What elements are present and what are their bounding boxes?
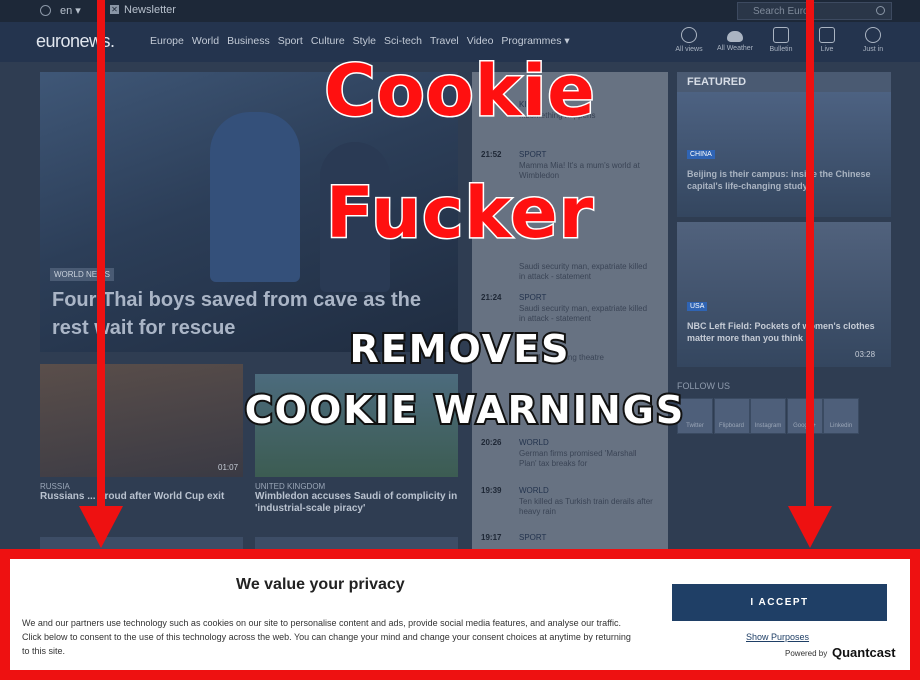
- story-title[interactable]: Russians ... proud after World Cup exit: [40, 491, 243, 503]
- nav-link-culture[interactable]: Culture: [311, 35, 345, 47]
- search-input[interactable]: Search Euron: [737, 2, 892, 20]
- overlay-title-line2: Fucker: [324, 171, 595, 256]
- nav-icon-label: All Weather: [716, 45, 754, 52]
- news-time: 20:26: [481, 438, 502, 447]
- story-category: UNITED KINGDOM: [255, 482, 326, 491]
- nav-link-sport[interactable]: Sport: [278, 35, 303, 47]
- powered-by-label: Powered by: [785, 649, 828, 658]
- twitter-icon: ✕: [110, 5, 119, 14]
- language-selector[interactable]: en ▾: [60, 4, 81, 17]
- overlay-title-line1: Cookie: [323, 49, 597, 134]
- nav-icon-group: All views All Weather Bulletin Live Just…: [666, 25, 896, 53]
- story-category: RUSSIA: [40, 482, 70, 491]
- search-icon[interactable]: [876, 6, 885, 15]
- play-icon: [819, 27, 835, 43]
- cookie-consent-banner: We value your privacy We and our partner…: [0, 549, 920, 680]
- news-time: 21:24: [481, 293, 502, 302]
- nav-link-video[interactable]: Video: [467, 35, 494, 47]
- featured-badge[interactable]: USA: [687, 302, 708, 311]
- quantcast-logo: Quantcast: [832, 645, 896, 660]
- news-category: SPORT: [519, 533, 547, 542]
- cloud-icon: [727, 31, 743, 42]
- red-arrow-head-icon: [79, 506, 123, 548]
- nav-just-in[interactable]: Just in: [850, 25, 896, 53]
- globe-icon: [40, 5, 51, 16]
- story-card[interactable]: UNITED KINGDOM Wimbledon accuses Saudi o…: [255, 482, 458, 515]
- accept-button[interactable]: I ACCEPT: [672, 584, 887, 621]
- red-arrow-head-icon: [788, 506, 832, 548]
- video-duration: 03:28: [855, 350, 876, 359]
- news-category: SPORT: [519, 150, 547, 159]
- eye-icon: [681, 27, 697, 43]
- overlay-subtitle-line2: COOKIE WARNINGS: [243, 386, 686, 434]
- news-time: 21:52: [481, 150, 502, 159]
- nav-link-travel[interactable]: Travel: [430, 35, 459, 47]
- video-duration: 01:07: [218, 463, 239, 472]
- news-time: 19:39: [481, 486, 502, 495]
- nav-icon-label: Bulletin: [769, 46, 793, 53]
- nav-link-programmes[interactable]: Programmes ▾: [501, 35, 569, 47]
- news-time: 19:17: [481, 533, 502, 542]
- nav-link-style[interactable]: Style: [353, 35, 376, 47]
- nav-links: Europe World Business Sport Culture Styl…: [150, 35, 578, 47]
- search-placeholder: Search Euron: [753, 6, 815, 17]
- nav-link-business[interactable]: Business: [227, 35, 270, 47]
- red-arrow-shaft: [806, 0, 814, 508]
- nav-link-scitech[interactable]: Sci-tech: [384, 35, 422, 47]
- nav-bulletin[interactable]: Bulletin: [758, 25, 804, 53]
- news-headline[interactable]: Saudi security man, expatriate killed in…: [519, 304, 654, 324]
- nav-link-world[interactable]: World: [192, 35, 219, 47]
- news-headline[interactable]: German firms promised 'Marshall Plan' ta…: [519, 449, 654, 469]
- clock-icon: [865, 27, 881, 43]
- story-card[interactable]: RUSSIA Russians ... proud after World Cu…: [40, 482, 243, 503]
- featured-caption[interactable]: NBC Left Field: Pockets of women's cloth…: [687, 320, 877, 344]
- news-category: SPORT: [519, 293, 547, 302]
- featured-badge[interactable]: CHINA: [687, 150, 715, 159]
- story-title[interactable]: Wimbledon accuses Saudi of complicity in…: [255, 491, 458, 515]
- nav-icon-label: Live: [820, 46, 834, 53]
- nav-all-views[interactable]: All views: [666, 25, 712, 53]
- news-headline[interactable]: Ten killed as Turkish train derails afte…: [519, 497, 654, 517]
- consent-body: We and our partners use technology such …: [22, 618, 631, 656]
- googleplus-button[interactable]: Google+: [786, 398, 823, 434]
- linkedin-button[interactable]: Linkedin: [823, 398, 859, 434]
- overlay-subtitle-line1: REMOVES: [347, 325, 571, 373]
- news-category: WORLD: [519, 438, 549, 447]
- bulletin-icon: [773, 27, 789, 43]
- red-arrow-shaft: [97, 0, 105, 508]
- newsletter-link[interactable]: Newsletter: [124, 4, 176, 16]
- utility-bar: en ▾ ✕ Newsletter Search Euron: [0, 0, 920, 22]
- nav-link-europe[interactable]: Europe: [150, 35, 184, 47]
- consent-title: We value your privacy: [236, 576, 405, 593]
- show-purposes-link[interactable]: Show Purposes: [746, 632, 809, 642]
- news-headline[interactable]: Saudi security man, expatriate killed in…: [519, 262, 654, 282]
- nav-icon-label: Just in: [862, 46, 884, 53]
- nav-all-weather[interactable]: All Weather: [712, 25, 758, 53]
- news-category: WORLD: [519, 486, 549, 495]
- instagram-button[interactable]: Instagram: [750, 398, 786, 434]
